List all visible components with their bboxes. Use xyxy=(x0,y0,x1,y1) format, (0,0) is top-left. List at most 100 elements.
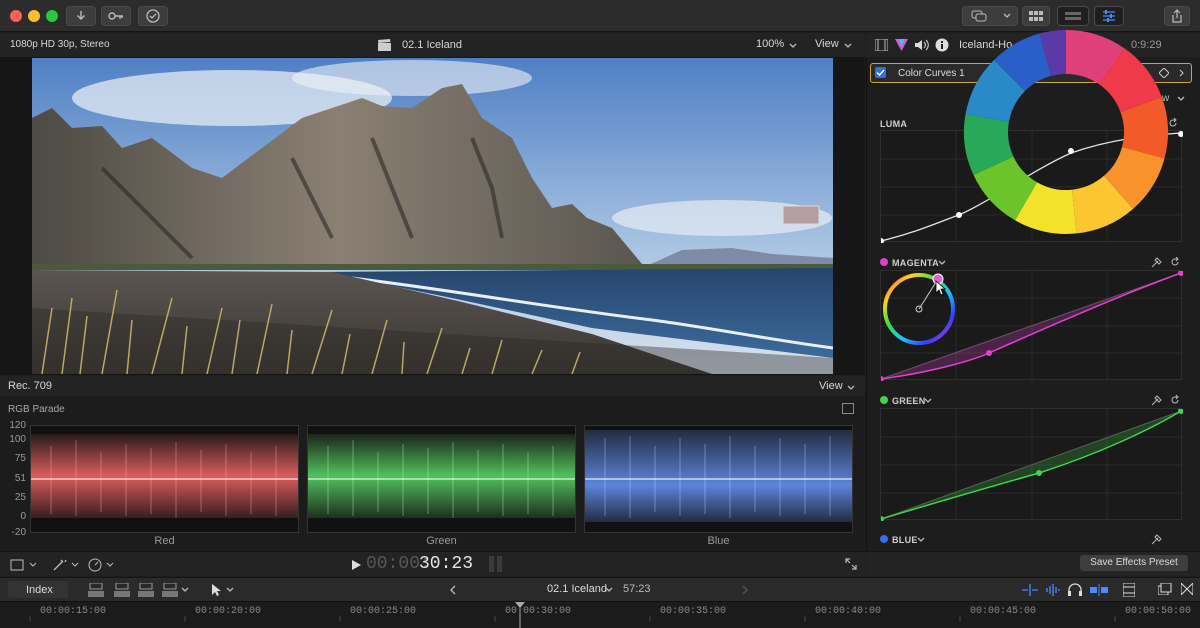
clapper-icon xyxy=(378,39,391,51)
green-parade xyxy=(307,425,576,533)
keyword-icon xyxy=(108,12,123,20)
import-button[interactable] xyxy=(66,6,96,26)
zoom-menu[interactable]: 100% xyxy=(756,38,784,50)
index-label: Index xyxy=(26,584,53,596)
magenta-swatch xyxy=(880,258,888,266)
blue-label[interactable]: BLUE xyxy=(892,535,918,545)
eyedropper-icon[interactable] xyxy=(1151,534,1162,545)
chevron-down-icon xyxy=(917,537,925,542)
close-button[interactable] xyxy=(10,10,22,22)
chevron-down-icon[interactable] xyxy=(181,587,189,593)
scope-view-menu[interactable]: View xyxy=(819,380,843,392)
magenta-label[interactable]: MAGENTA xyxy=(892,258,939,268)
reset-icon[interactable] xyxy=(1170,257,1180,267)
blue-parade xyxy=(584,425,853,533)
append-clip-icon[interactable] xyxy=(138,583,154,597)
enhancements-button[interactable] xyxy=(52,558,80,572)
reset-icon[interactable] xyxy=(1170,395,1180,405)
landscape-image xyxy=(32,58,833,374)
browser-icon xyxy=(1029,11,1043,21)
clip-appearance-icon[interactable] xyxy=(1123,583,1135,597)
connect-clip-icon[interactable] xyxy=(88,583,104,597)
audio-icon[interactable] xyxy=(915,39,929,51)
viewer-frame[interactable] xyxy=(32,58,833,374)
green-channel-label: Green xyxy=(426,535,457,547)
inspector-icon xyxy=(1103,10,1115,22)
share-button[interactable] xyxy=(1164,6,1190,26)
scope-y-label: 25 xyxy=(14,492,26,503)
speed-button[interactable] xyxy=(88,558,116,572)
play-icon[interactable] xyxy=(352,560,361,570)
clip-title: 02.1 Iceland xyxy=(402,39,462,51)
headphones-icon[interactable] xyxy=(1068,583,1082,596)
film-icon[interactable] xyxy=(875,39,888,51)
chevron-down-icon xyxy=(1177,96,1185,101)
overwrite-clip-icon[interactable] xyxy=(162,583,178,597)
chevron-down-icon xyxy=(924,398,932,403)
blue-swatch xyxy=(880,535,888,543)
chevron-down-icon xyxy=(847,385,855,390)
view-menu[interactable]: View xyxy=(815,38,839,50)
audio-meter xyxy=(497,556,502,572)
color-wheel[interactable] xyxy=(962,28,1170,236)
mouse-cursor xyxy=(935,280,947,296)
save-effects-preset-button[interactable]: Save Effects Preset xyxy=(1080,555,1188,571)
import-icon xyxy=(77,11,85,20)
audio-skimming-icon[interactable] xyxy=(1046,584,1060,596)
timeline-toolbar: Index 02.1 Iceland 57:23 xyxy=(0,577,1200,601)
timeline-icon xyxy=(1065,12,1081,20)
green-curve-graph[interactable] xyxy=(878,408,1184,522)
blue-channel-label: Blue xyxy=(707,535,730,547)
forward-icon[interactable] xyxy=(742,585,748,595)
browser-toggle-button[interactable] xyxy=(1022,6,1050,26)
eyedropper-icon[interactable] xyxy=(1151,395,1162,406)
scope-y-label: 0 xyxy=(20,511,26,522)
magic-wand-icon xyxy=(53,559,79,571)
speech-bubble-icon xyxy=(971,10,987,22)
arrow-tool-icon[interactable] xyxy=(211,583,221,597)
effects-browser-icon[interactable] xyxy=(1158,583,1172,595)
transform-tool-button[interactable] xyxy=(10,558,38,572)
info-icon[interactable] xyxy=(935,38,949,52)
chevron-down-icon xyxy=(605,587,613,592)
ruler-label: 00:00:40:00 xyxy=(815,606,882,617)
insert-clip-icon[interactable] xyxy=(114,583,130,597)
scope-y-label: -20 xyxy=(11,527,26,538)
speedometer-icon xyxy=(88,558,114,572)
crop-icon xyxy=(10,559,37,571)
scope-settings-button[interactable] xyxy=(842,403,854,414)
libraries-button[interactable] xyxy=(962,6,1018,26)
timecode-display: 30:23 xyxy=(419,554,474,574)
chevron-right-icon[interactable] xyxy=(1179,69,1185,77)
chevron-down-icon[interactable] xyxy=(226,587,234,593)
eyedropper-icon[interactable] xyxy=(1151,257,1162,268)
scope-y-label: 75 xyxy=(14,453,26,464)
effect-enable-checkbox[interactable] xyxy=(875,67,886,78)
color-icon[interactable] xyxy=(895,39,908,51)
timeline-toggle-button[interactable] xyxy=(1057,6,1089,26)
background-tasks-button[interactable] xyxy=(138,6,168,26)
red-parade xyxy=(30,425,299,533)
chevron-down-icon xyxy=(844,43,852,48)
fullscreen-icon[interactable] xyxy=(845,558,857,570)
keyword-button[interactable] xyxy=(101,6,131,26)
ruler-label: 00:00:25:00 xyxy=(350,606,417,617)
magenta-curve-graph[interactable] xyxy=(878,270,1184,382)
checkmark-icon xyxy=(146,9,160,23)
skimming-icon[interactable] xyxy=(1022,584,1038,596)
scope-title: RGB Parade xyxy=(8,404,65,415)
green-label[interactable]: GREEN xyxy=(892,396,926,406)
inspector-toggle-button[interactable] xyxy=(1094,6,1124,26)
effect-name: Color Curves 1 xyxy=(898,68,965,79)
red-channel-label: Red xyxy=(154,535,175,547)
timeline-clip-name[interactable]: 02.1 Iceland xyxy=(547,583,607,595)
transitions-browser-icon[interactable] xyxy=(1181,583,1193,595)
timeline-duration: 57:23 xyxy=(623,583,651,595)
green-swatch xyxy=(880,396,888,404)
snapping-icon[interactable] xyxy=(1090,584,1108,596)
scope-header: Rec. 709 View xyxy=(0,376,865,396)
back-icon[interactable] xyxy=(450,585,456,595)
minimize-button[interactable] xyxy=(28,10,40,22)
zoom-button[interactable] xyxy=(46,10,58,22)
share-icon xyxy=(1172,9,1182,23)
